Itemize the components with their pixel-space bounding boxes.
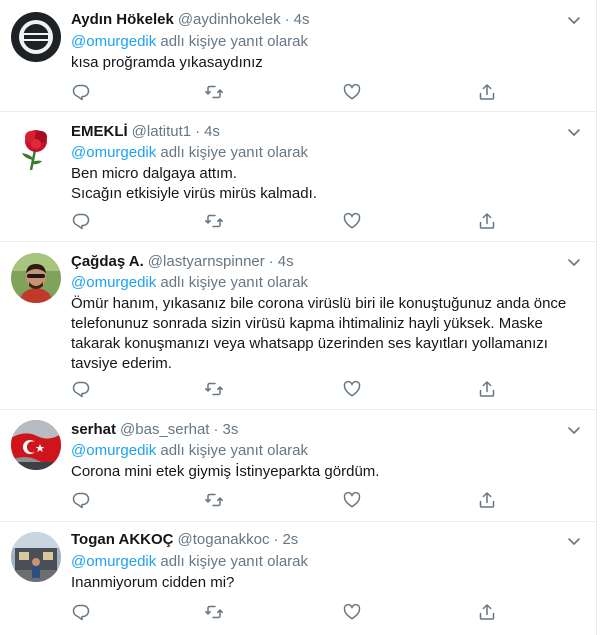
share-icon[interactable] (477, 211, 497, 231)
user-handle[interactable]: @aydinhokelek (178, 11, 281, 28)
action-bar (71, 82, 501, 102)
like-icon[interactable] (342, 82, 362, 102)
chevron-down-icon[interactable] (566, 124, 582, 140)
tweet-header: EMEKLİ @latitut1 · 4s (71, 122, 220, 142)
action-bar (71, 211, 501, 231)
reply-context-label: adlı kişiye yanıt olarak (156, 553, 309, 570)
display-name[interactable]: serhat (71, 421, 116, 438)
tweet-text: Ömür hanım, yıkasanız bile corona virüsl… (71, 294, 571, 374)
tweet[interactable]: EMEKLİ @latitut1 · 4s @omurgedik adlı kişiy… (0, 112, 596, 242)
timestamp[interactable]: 3s (222, 421, 238, 438)
tweet-header: Aydın Hökelek @aydinhokelek · 4s (71, 10, 309, 30)
retweet-icon[interactable] (204, 602, 224, 622)
tweet-header: Çağdaş A. @lastyarnspinner · 4s (71, 252, 294, 272)
share-icon[interactable] (477, 82, 497, 102)
mention-link[interactable]: @omurgedik (71, 274, 156, 291)
share-icon[interactable] (477, 379, 497, 399)
reply-context: @omurgedik adlı kişiye yanıt olarak (71, 273, 308, 293)
tweet-text-line: Ömür hanım, yıkasanız bile corona virüsl… (71, 295, 567, 372)
mention-link[interactable]: @omurgedik (71, 144, 156, 161)
tweet[interactable]: Aydın Hökelek @aydinhokelek · 4s @omurgedik… (0, 0, 596, 112)
reply-context: @omurgedik adlı kişiye yanıt olarak (71, 143, 308, 163)
avatar[interactable] (11, 532, 61, 582)
tweet[interactable]: Togan AKKOÇ @toganakkoc · 2s @omurgedik adl… (0, 522, 596, 635)
reply-context-label: adlı kişiye yanıt olarak (156, 144, 309, 161)
avatar[interactable] (11, 12, 61, 62)
share-icon[interactable] (477, 490, 497, 510)
action-bar (71, 379, 501, 399)
avatar[interactable] (11, 420, 61, 470)
like-icon[interactable] (342, 490, 362, 510)
user-handle[interactable]: @lastyarnspinner (148, 253, 265, 270)
tweet-text: kısa proğramda yıkasaydınız (71, 53, 571, 73)
reply-context-label: adlı kişiye yanıt olarak (156, 274, 309, 291)
tweet-text: Ben micro dalgaya attım. Sıcağın etkisiy… (71, 164, 571, 204)
avatar[interactable] (11, 124, 61, 174)
reply-icon[interactable] (71, 490, 91, 510)
timestamp[interactable]: 2s (282, 531, 298, 548)
chevron-down-icon[interactable] (566, 422, 582, 438)
chevron-down-icon[interactable] (566, 254, 582, 270)
tweet-text: Inanmiyorum cidden mi? (71, 573, 571, 593)
action-bar (71, 602, 501, 622)
like-icon[interactable] (342, 211, 362, 231)
separator: · (284, 11, 290, 28)
chevron-down-icon[interactable] (566, 533, 582, 549)
reply-icon[interactable] (71, 82, 91, 102)
timestamp[interactable]: 4s (204, 123, 220, 140)
reply-context: @omurgedik adlı kişiye yanıt olarak (71, 441, 308, 461)
reply-icon[interactable] (71, 211, 91, 231)
mention-link[interactable]: @omurgedik (71, 33, 156, 50)
tweet-text-line: Sıcağın etkisiyle virüs mirüs kalmadı. (71, 185, 317, 202)
avatar[interactable] (11, 253, 61, 303)
like-icon[interactable] (342, 602, 362, 622)
reply-feed: Aydın Hökelek @aydinhokelek · 4s @omurgedik… (0, 0, 597, 635)
display-name[interactable]: EMEKLİ (71, 123, 128, 140)
reply-context-label: adlı kişiye yanıt olarak (156, 442, 309, 459)
user-handle[interactable]: @toganakkoc (178, 531, 270, 548)
reply-icon[interactable] (71, 379, 91, 399)
reply-context: @omurgedik adlı kişiye yanıt olarak (71, 32, 308, 52)
tweet-text-line: kısa proğramda yıkasaydınız (71, 54, 263, 71)
reply-context-label: adlı kişiye yanıt olarak (156, 33, 309, 50)
display-name[interactable]: Aydın Hökelek (71, 11, 174, 28)
action-bar (71, 490, 501, 510)
retweet-icon[interactable] (204, 82, 224, 102)
retweet-icon[interactable] (204, 211, 224, 231)
tweet-text: Corona mini etek giymiş İstinyeparkta gö… (71, 462, 571, 482)
retweet-icon[interactable] (204, 379, 224, 399)
reply-icon[interactable] (71, 602, 91, 622)
reply-context: @omurgedik adlı kişiye yanıt olarak (71, 552, 308, 572)
retweet-icon[interactable] (204, 490, 224, 510)
display-name[interactable]: Togan AKKOÇ (71, 531, 174, 548)
timestamp[interactable]: 4s (294, 11, 310, 28)
timestamp[interactable]: 4s (278, 253, 294, 270)
tweet-text-line: Ben micro dalgaya attım. (71, 165, 237, 182)
tweet-header: Togan AKKOÇ @toganakkoc · 2s (71, 530, 298, 550)
tweet-text-line: Inanmiyorum cidden mi? (71, 574, 235, 591)
separator: · (268, 253, 274, 270)
separator: · (213, 421, 219, 438)
user-handle[interactable]: @latitut1 (132, 123, 191, 140)
separator: · (195, 123, 201, 140)
tweet-header: serhat @bas_serhat · 3s (71, 420, 238, 440)
chevron-down-icon[interactable] (566, 12, 582, 28)
tweet-text-line: Corona mini etek giymiş İstinyeparkta gö… (71, 463, 380, 480)
user-handle[interactable]: @bas_serhat (120, 421, 209, 438)
separator: · (273, 531, 279, 548)
tweet[interactable]: serhat @bas_serhat · 3s @omurgedik adlı kiş… (0, 410, 596, 522)
like-icon[interactable] (342, 379, 362, 399)
mention-link[interactable]: @omurgedik (71, 553, 156, 570)
share-icon[interactable] (477, 602, 497, 622)
display-name[interactable]: Çağdaş A. (71, 253, 144, 270)
mention-link[interactable]: @omurgedik (71, 442, 156, 459)
tweet[interactable]: Çağdaş A. @lastyarnspinner · 4s @omurgedik … (0, 242, 596, 410)
